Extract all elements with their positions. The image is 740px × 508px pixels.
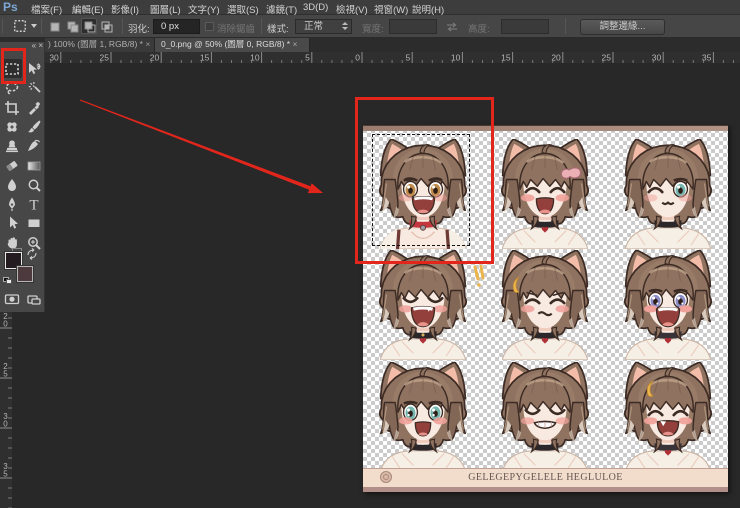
svg-text:25: 25 bbox=[602, 53, 612, 63]
svg-text:20: 20 bbox=[551, 53, 561, 63]
svg-text:20: 20 bbox=[150, 53, 160, 63]
svg-text:30: 30 bbox=[652, 53, 662, 63]
svg-text:15: 15 bbox=[501, 53, 511, 63]
svg-text:25: 25 bbox=[100, 53, 110, 63]
svg-text:15: 15 bbox=[200, 53, 210, 63]
svg-text:5: 5 bbox=[3, 470, 8, 479]
svg-text:30: 30 bbox=[49, 53, 59, 63]
svg-text:0: 0 bbox=[355, 53, 360, 63]
svg-text:T: T bbox=[29, 198, 38, 213]
svg-text:10: 10 bbox=[451, 53, 461, 63]
svg-text:5: 5 bbox=[405, 53, 410, 63]
svg-text:0: 0 bbox=[3, 320, 8, 329]
svg-text:5: 5 bbox=[3, 370, 8, 379]
svg-text:10: 10 bbox=[250, 53, 260, 63]
svg-text:35: 35 bbox=[702, 53, 712, 63]
svg-text:5: 5 bbox=[305, 53, 310, 63]
svg-text:0: 0 bbox=[3, 420, 8, 429]
